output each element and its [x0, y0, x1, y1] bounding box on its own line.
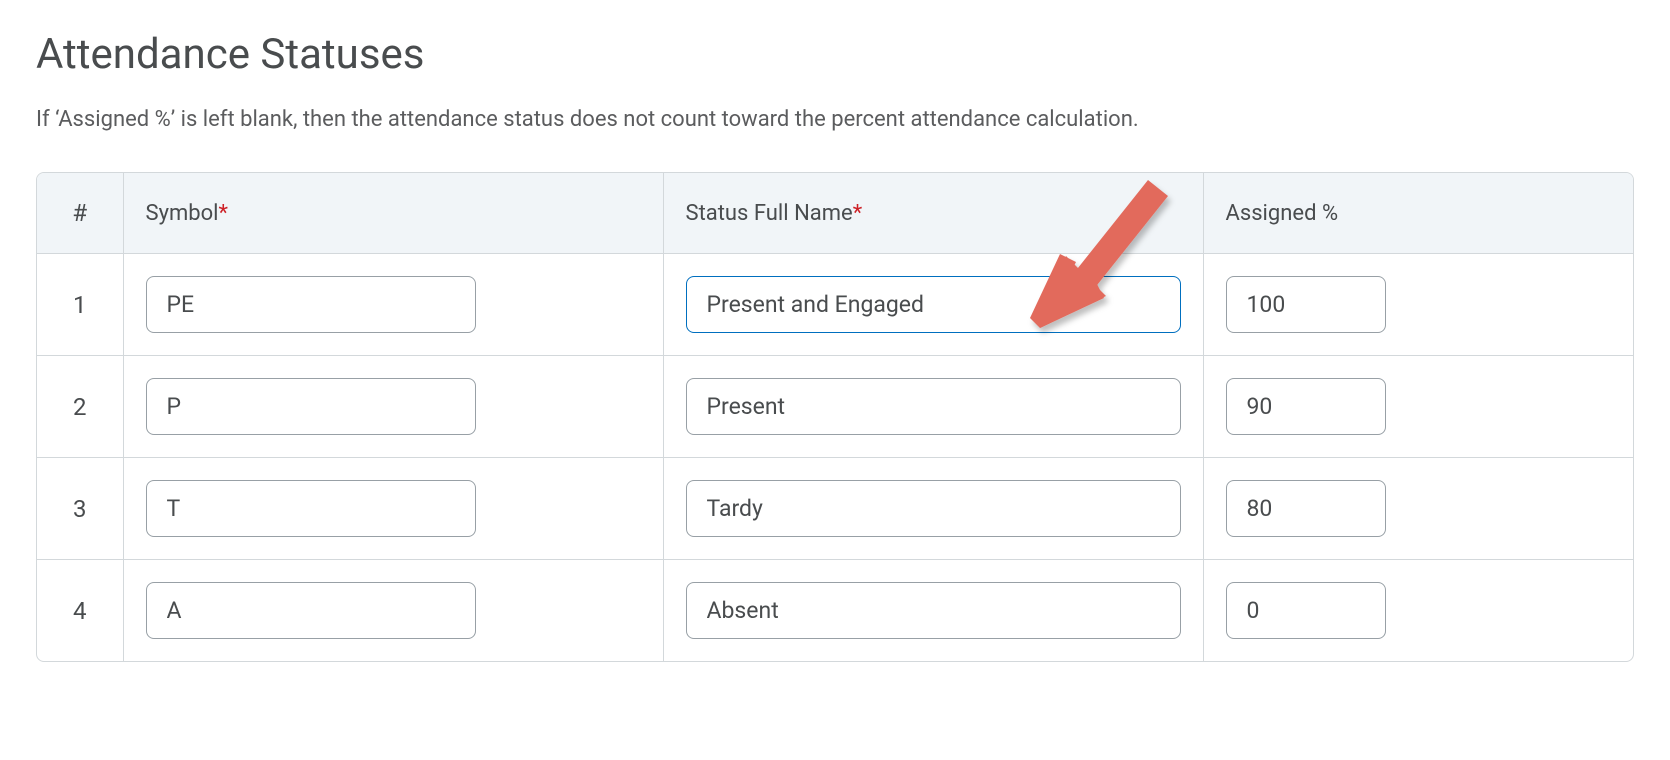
- assigned-pct-input[interactable]: [1226, 582, 1386, 639]
- col-header-symbol-label: Symbol: [146, 201, 219, 226]
- help-text: If ‘Assigned %’ is left blank, then the …: [36, 107, 1634, 132]
- row-number: 3: [37, 458, 123, 560]
- status-name-input[interactable]: [686, 582, 1181, 639]
- symbol-input[interactable]: [146, 480, 476, 537]
- assigned-pct-input[interactable]: [1226, 378, 1386, 435]
- page-title: Attendance Statuses: [36, 30, 1634, 79]
- row-number: 2: [37, 356, 123, 458]
- col-header-name: Status Full Name*: [663, 173, 1203, 254]
- table-row: 2: [37, 356, 1633, 458]
- col-header-symbol: Symbol*: [123, 173, 663, 254]
- col-header-name-label: Status Full Name: [686, 201, 853, 226]
- symbol-input[interactable]: [146, 378, 476, 435]
- col-header-assigned-pct-label: Assigned %: [1226, 201, 1339, 226]
- assigned-pct-input[interactable]: [1226, 480, 1386, 537]
- symbol-input[interactable]: [146, 582, 476, 639]
- col-header-number-label: #: [72, 199, 87, 227]
- required-marker-icon: *: [219, 201, 228, 226]
- row-number: 1: [37, 254, 123, 356]
- required-marker-icon: *: [853, 201, 862, 226]
- statuses-table: # Symbol* Status Full Name* Assigned % 1: [36, 172, 1634, 662]
- status-name-input[interactable]: [686, 480, 1181, 537]
- table-row: 1: [37, 254, 1633, 356]
- status-name-input[interactable]: [686, 276, 1181, 333]
- assigned-pct-input[interactable]: [1226, 276, 1386, 333]
- col-header-number: #: [37, 173, 123, 254]
- table-row: 4: [37, 560, 1633, 662]
- status-name-input[interactable]: [686, 378, 1181, 435]
- table-row: 3: [37, 458, 1633, 560]
- col-header-assigned-pct: Assigned %: [1203, 173, 1633, 254]
- row-number: 4: [37, 560, 123, 662]
- symbol-input[interactable]: [146, 276, 476, 333]
